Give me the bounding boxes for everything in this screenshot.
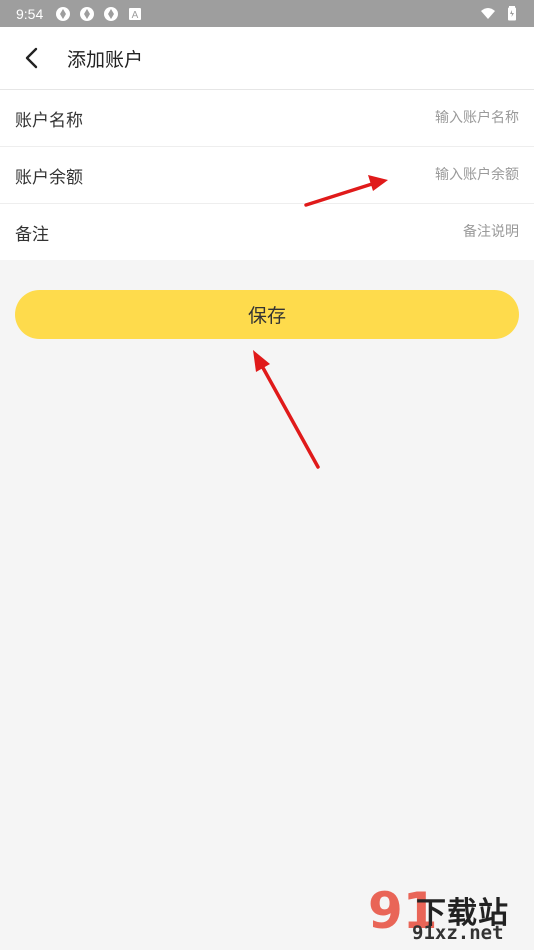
account-name-label: 账户名称 (15, 110, 83, 131)
app-header: 添加账户 (0, 27, 534, 90)
remark-row: 备注 (0, 204, 534, 260)
aperture-icon (103, 6, 119, 22)
svg-text:A: A (132, 10, 139, 21)
save-button[interactable]: 保存 (15, 290, 519, 339)
status-notification-icons: A (55, 6, 143, 22)
page-title: 添加账户 (67, 48, 144, 71)
status-time: 9:54 (16, 5, 44, 22)
account-name-input[interactable] (319, 110, 519, 126)
watermark-url: 91xz.net (412, 922, 504, 944)
remark-label: 备注 (15, 224, 49, 245)
chevron-left-icon (25, 47, 38, 69)
arrow-to-save-button (253, 350, 320, 469)
a-badge-icon: A (127, 6, 143, 22)
status-system-icons (480, 5, 520, 21)
account-name-row: 账户名称 (0, 90, 534, 147)
account-balance-label: 账户余额 (15, 167, 83, 188)
status-bar: 9:54 A (0, 0, 534, 27)
watermark-logo: 91 下载站 91xz.net (368, 882, 528, 946)
wifi-icon (480, 5, 496, 21)
remark-input[interactable] (319, 224, 519, 240)
account-balance-input[interactable] (319, 167, 519, 183)
back-button[interactable] (14, 40, 50, 76)
aperture-icon (55, 6, 71, 22)
aperture-icon (79, 6, 95, 22)
battery-icon (504, 5, 520, 21)
account-form: 账户名称 账户余额 备注 (0, 90, 534, 260)
account-balance-row: 账户余额 (0, 147, 534, 204)
